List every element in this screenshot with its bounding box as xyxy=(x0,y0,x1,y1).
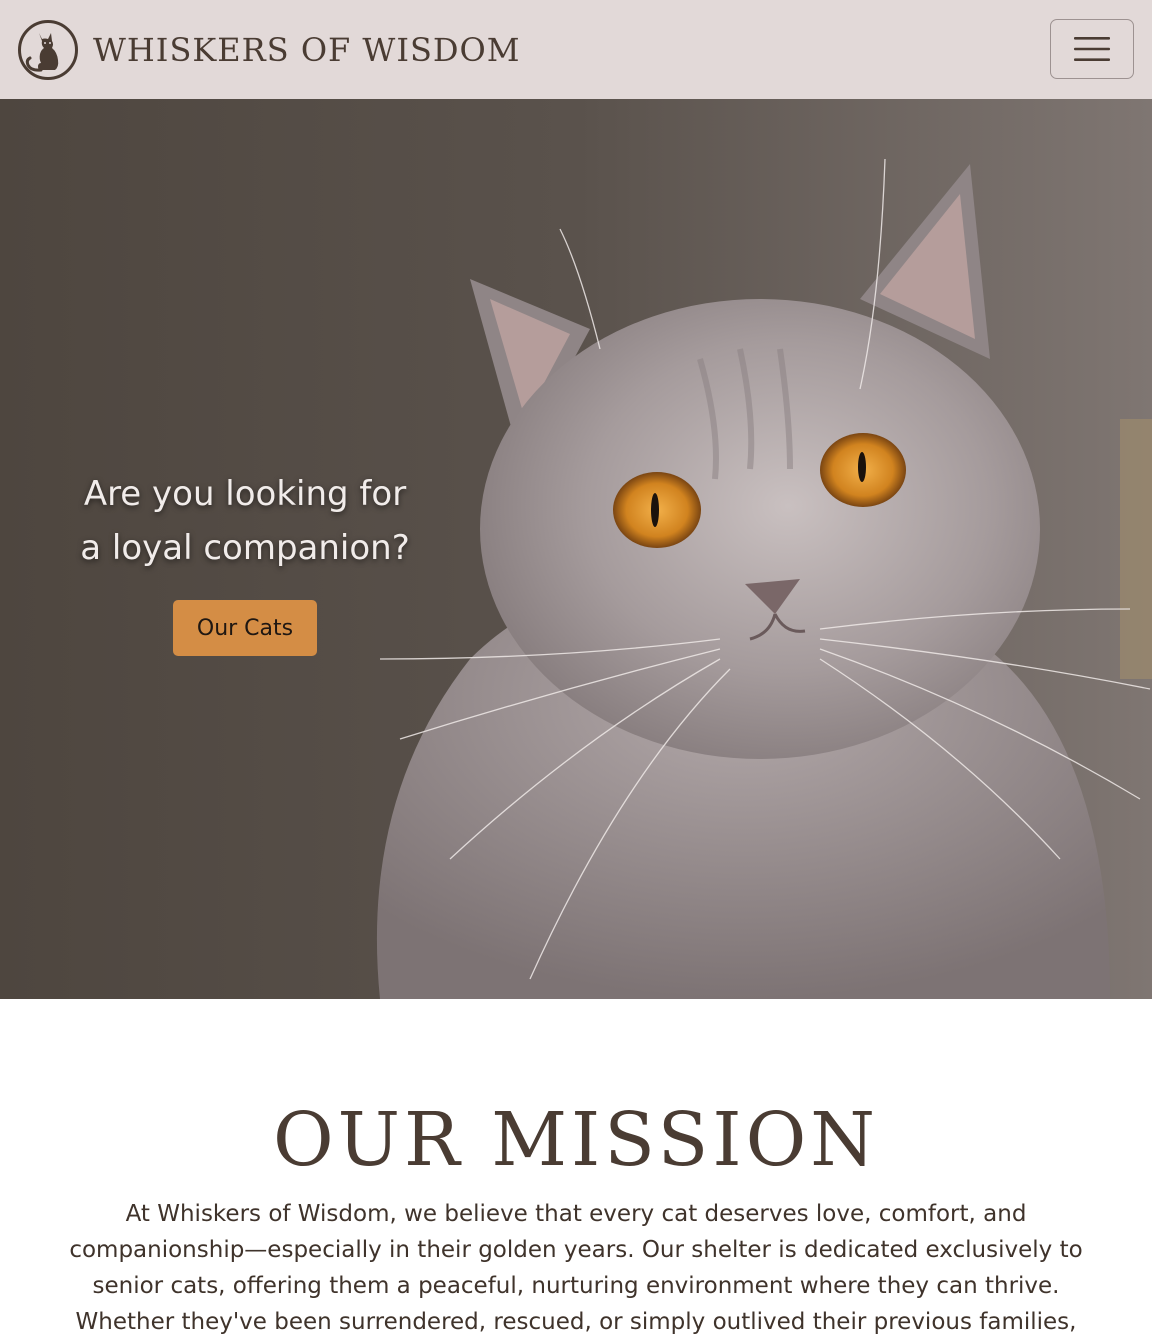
brand-link[interactable]: WHISKERS OF WISDOM xyxy=(17,19,521,81)
navbar: WHISKERS OF WISDOM xyxy=(0,0,1152,99)
hero-heading-line2: a loyal companion? xyxy=(80,528,410,568)
menu-toggle-button[interactable] xyxy=(1050,19,1134,79)
hero-section: Are you looking for a loyal companion? O… xyxy=(0,99,1152,999)
our-cats-button[interactable]: Our Cats xyxy=(173,600,317,656)
mission-text: At Whiskers of Wisdom, we believe that e… xyxy=(69,1201,1083,1335)
hero-heading-line1: Are you looking for xyxy=(83,474,407,514)
hamburger-menu-icon xyxy=(1074,37,1110,61)
mission-title: OUR MISSION xyxy=(272,1097,879,1183)
cat-logo-icon xyxy=(18,20,78,80)
brand-name: WHISKERS OF WISDOM xyxy=(93,31,521,69)
hero-heading: Are you looking for a loyal companion? xyxy=(40,467,450,575)
mission-section: OUR MISSION At Whiskers of Wisdom, we be… xyxy=(0,999,1152,1344)
